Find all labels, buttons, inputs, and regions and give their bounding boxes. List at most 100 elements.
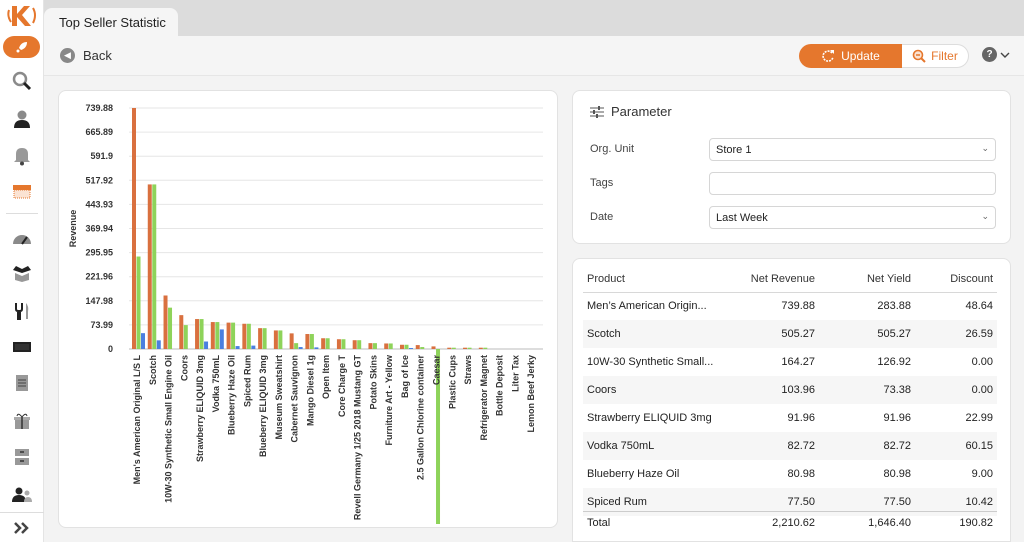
sidebar-item-receipts[interactable] xyxy=(0,366,44,400)
y-tick-label: 739.88 xyxy=(85,103,113,113)
filter-button[interactable]: Filter xyxy=(902,44,969,68)
table-row[interactable]: Vodka 750mL 82.72 82.72 60.15 xyxy=(583,432,997,460)
bar-net-revenue[interactable] xyxy=(226,322,231,349)
cell-net-yield: 73.38 xyxy=(819,376,915,404)
bar-net-revenue[interactable] xyxy=(368,343,373,349)
table-row[interactable]: Blueberry Haze Oil 80.98 80.98 9.00 xyxy=(583,460,997,488)
bar-net-revenue[interactable] xyxy=(336,339,341,349)
bar-net-revenue[interactable] xyxy=(463,347,468,349)
bar-discount[interactable] xyxy=(141,333,145,349)
column-header-discount[interactable]: Discount xyxy=(915,267,997,293)
bar-net-yield[interactable] xyxy=(168,307,173,349)
x-tick-label: Open Item xyxy=(321,355,331,399)
tab-top-seller-statistic[interactable]: Top Seller Statistic xyxy=(44,8,178,36)
bar-discount[interactable] xyxy=(314,347,319,349)
column-header-net-yield[interactable]: Net Yield xyxy=(819,267,915,293)
bar-discount[interactable] xyxy=(251,345,256,349)
bar-net-yield[interactable] xyxy=(309,334,314,349)
table-row[interactable]: Coors 103.96 73.38 0.00 xyxy=(583,376,997,404)
bar-net-revenue[interactable] xyxy=(242,323,247,349)
column-header-product[interactable]: Product xyxy=(583,267,723,293)
update-button[interactable]: Update xyxy=(799,44,902,68)
bar-net-revenue[interactable] xyxy=(415,345,420,349)
sidebar-item-rocket[interactable] xyxy=(3,36,40,58)
sidebar-item-cabinet[interactable] xyxy=(0,440,44,474)
sidebar-item-notifications[interactable] xyxy=(0,138,44,172)
parameter-card: Parameter Org. Unit Store 1 ⌄ Tags Date … xyxy=(572,90,1011,244)
x-tick-label: Cabernet Sauvignon xyxy=(290,355,300,443)
bar-net-revenue[interactable] xyxy=(289,333,294,349)
table-row[interactable]: 10W-30 Synthetic Small... 164.27 126.92 0.0… xyxy=(583,348,997,376)
sidebar-item-gifts[interactable] xyxy=(0,404,44,438)
bar-discount[interactable] xyxy=(204,341,209,349)
bar-net-revenue[interactable] xyxy=(321,338,326,349)
bar-net-revenue[interactable] xyxy=(147,184,152,349)
column-header-net-revenue[interactable]: Net Revenue xyxy=(723,267,819,293)
back-button[interactable]: ◀ Back xyxy=(60,48,112,63)
bar-net-yield[interactable] xyxy=(294,343,299,349)
bar-net-yield[interactable] xyxy=(136,256,141,349)
bar-net-yield[interactable] xyxy=(199,319,204,349)
cell-net-revenue: 739.88 xyxy=(781,300,815,313)
bar-net-yield[interactable] xyxy=(215,322,220,349)
org-unit-select[interactable]: Store 1 ⌄ xyxy=(709,138,996,161)
sidebar-item-restaurant[interactable] xyxy=(0,294,44,328)
bar-net-revenue[interactable] xyxy=(399,344,404,349)
bar-net-yield[interactable] xyxy=(372,343,377,349)
table-row[interactable]: Scotch 505.27 505.27 26.59 xyxy=(583,320,997,348)
bar-net-revenue[interactable] xyxy=(478,347,483,349)
bar-net-yield[interactable] xyxy=(152,184,157,349)
sidebar-item-search[interactable] xyxy=(0,64,44,98)
bar-net-revenue[interactable] xyxy=(179,315,184,349)
bar-net-revenue[interactable] xyxy=(258,328,263,349)
bar-net-yield[interactable] xyxy=(404,344,409,349)
bar-net-revenue[interactable] xyxy=(447,347,452,349)
bar-net-revenue[interactable] xyxy=(210,322,215,349)
bar-net-yield[interactable] xyxy=(246,323,251,349)
tags-input[interactable] xyxy=(709,172,996,195)
bar-net-yield[interactable] xyxy=(483,347,488,349)
bar-net-yield[interactable] xyxy=(388,343,393,349)
bar-net-yield[interactable] xyxy=(325,338,330,349)
open-box-icon xyxy=(13,266,31,282)
sidebar-expand-button[interactable] xyxy=(0,512,44,542)
bar-net-yield[interactable] xyxy=(451,347,456,349)
bar-net-yield[interactable] xyxy=(278,330,283,349)
bar-net-revenue[interactable] xyxy=(431,346,436,349)
sidebar-item-users[interactable] xyxy=(0,478,44,512)
parameter-title: Parameter xyxy=(611,104,672,119)
bar-net-yield[interactable] xyxy=(341,339,346,349)
bar-net-revenue[interactable] xyxy=(384,343,389,349)
bar-net-yield[interactable] xyxy=(183,325,188,349)
bar-net-revenue[interactable] xyxy=(132,108,136,349)
bar-discount[interactable] xyxy=(298,347,303,349)
bar-net-yield[interactable] xyxy=(231,322,236,349)
bar-discount[interactable] xyxy=(156,340,161,349)
bar-net-revenue[interactable] xyxy=(195,319,200,349)
table-row[interactable]: Men’s American Origin... 739.88 283.88 48.6… xyxy=(583,292,997,320)
bar-discount[interactable] xyxy=(219,329,224,349)
bar-net-revenue[interactable] xyxy=(352,340,357,349)
bar-net-yield[interactable] xyxy=(357,340,362,349)
x-tick-label: Liter Tax xyxy=(510,355,520,392)
x-tick-label: Potato Skins xyxy=(368,355,378,410)
bar-net-revenue[interactable] xyxy=(163,295,168,349)
help-menu-button[interactable]: ? xyxy=(982,47,1010,62)
bar-discount[interactable] xyxy=(408,348,413,349)
bar-net-yield[interactable] xyxy=(420,347,425,349)
date-select[interactable]: Last Week ⌄ xyxy=(709,206,996,229)
update-label: Update xyxy=(841,49,880,63)
bar-net-yield[interactable] xyxy=(262,328,267,349)
sidebar-item-tickets[interactable] xyxy=(0,330,44,364)
x-tick-label: Men's American Original L/S L xyxy=(132,355,142,485)
bar-net-yield[interactable] xyxy=(467,347,472,349)
sidebar-item-store[interactable] xyxy=(0,174,44,208)
bar-net-revenue[interactable] xyxy=(305,334,310,349)
bar-net-revenue[interactable] xyxy=(273,330,278,349)
table-row[interactable]: Strawberry ELIQUID 3mg 91.96 91.96 22.99 xyxy=(583,404,997,432)
x-tick-label: Coors xyxy=(179,355,189,381)
bar-discount[interactable] xyxy=(235,346,240,349)
sidebar-item-products[interactable] xyxy=(0,256,44,290)
sidebar-item-dashboard[interactable] xyxy=(0,222,44,256)
sidebar-item-user[interactable] xyxy=(0,102,44,136)
